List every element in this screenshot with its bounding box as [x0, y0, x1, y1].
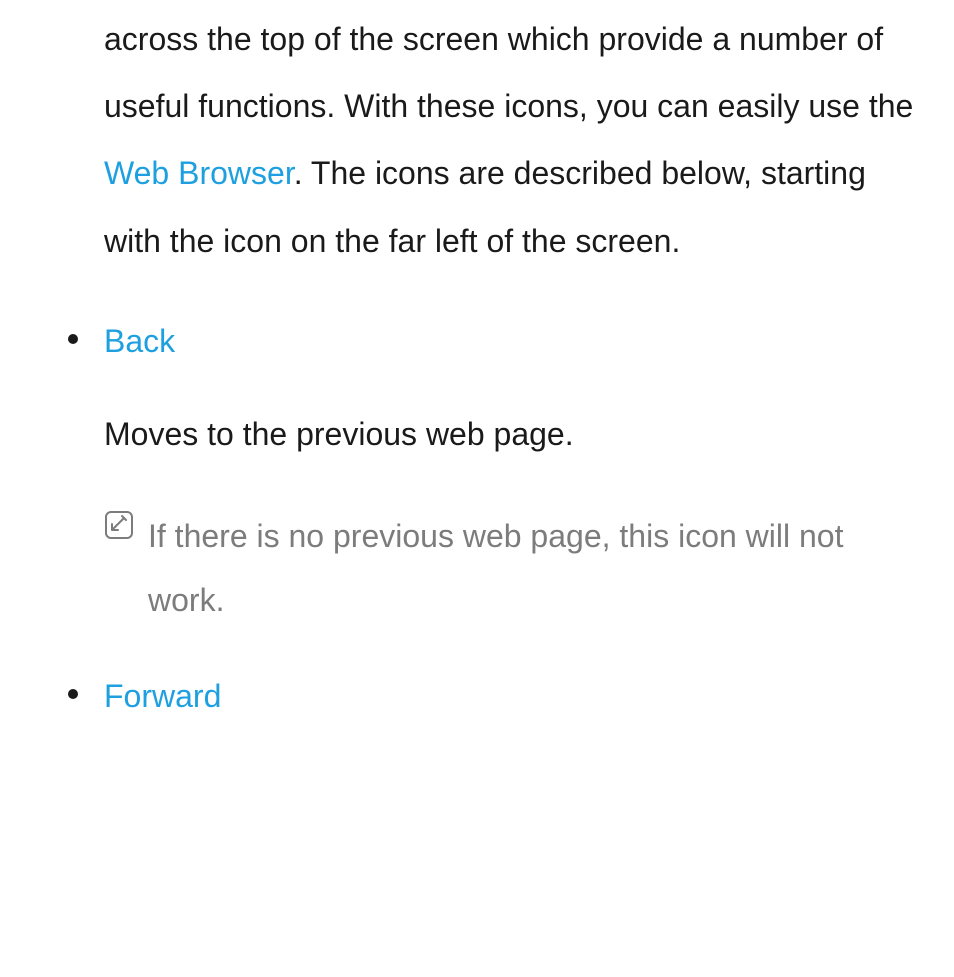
- forward-title: Forward: [104, 674, 221, 719]
- list-item: Forward: [104, 674, 924, 719]
- bullet-row: Back: [68, 319, 924, 364]
- note-block: If there is no previous web page, this i…: [104, 504, 924, 632]
- back-note-text: If there is no previous web page, this i…: [148, 504, 924, 632]
- note-icon: [104, 510, 134, 540]
- intro-paragraph: across the top of the screen which provi…: [104, 6, 924, 275]
- bullet-icon: [68, 334, 78, 344]
- intro-text-1: across the top of the screen which provi…: [104, 21, 913, 124]
- list-item: Back Moves to the previous web page. If …: [104, 319, 924, 632]
- web-browser-link[interactable]: Web Browser: [104, 155, 294, 191]
- document-content: across the top of the screen which provi…: [0, 6, 954, 718]
- bullet-icon: [68, 689, 78, 699]
- back-title: Back: [104, 319, 175, 364]
- bullet-row: Forward: [68, 674, 924, 719]
- back-description: Moves to the previous web page.: [104, 402, 924, 466]
